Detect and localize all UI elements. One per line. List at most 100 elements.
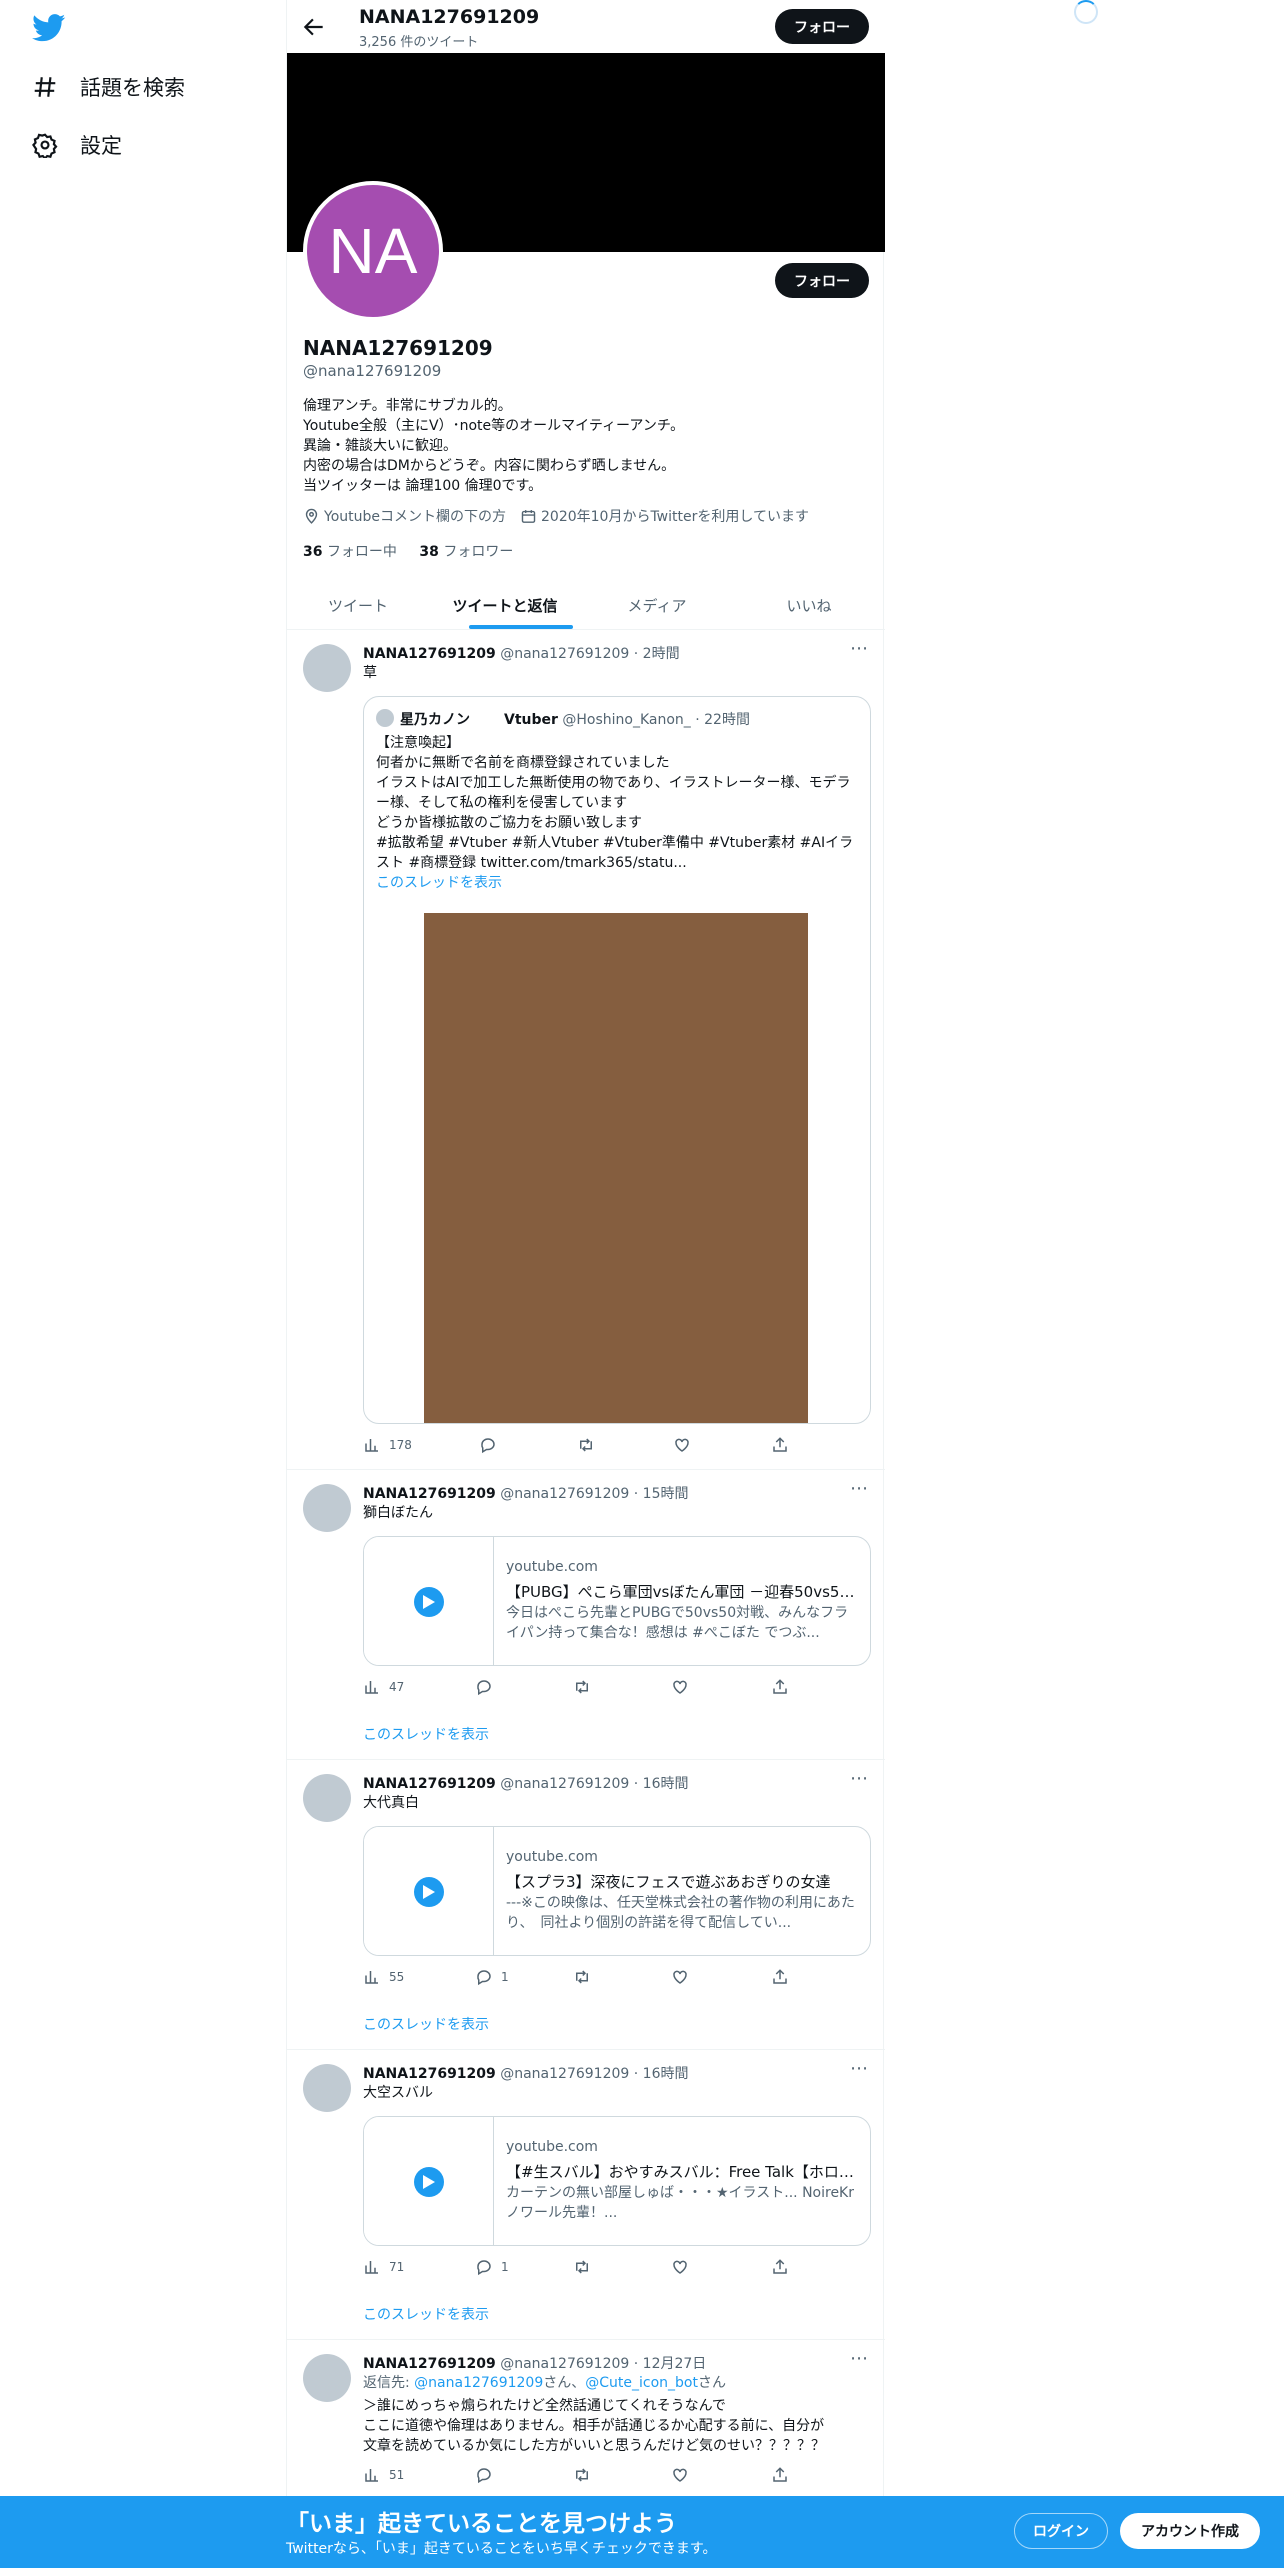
tweet-avatar[interactable] [303, 2354, 351, 2402]
reply-button[interactable]: 1 [475, 1968, 509, 1986]
followers-link[interactable]: 38 フォロワー [419, 544, 513, 560]
tweet-more-button[interactable]: ⋯ [850, 1478, 869, 1499]
tweet-avatar[interactable] [303, 1484, 351, 1532]
link-card[interactable]: youtube.com 【PUBG】ぺこら軍団vsぼたん軍団 －迎春50vs50… [363, 1536, 871, 1666]
quoted-tweet-image[interactable] [424, 913, 808, 1423]
profile-meta: Youtubeコメント欄の下の方 2020年10月からTwitterを利用してい… [303, 506, 809, 526]
heart-icon [673, 1970, 687, 1984]
following-count: 36 [303, 544, 323, 560]
like-button[interactable] [673, 1436, 699, 1454]
tweet-author-handle[interactable]: @nana127691209 [500, 646, 629, 662]
tweet-time[interactable]: · 2時間 [634, 646, 680, 662]
reply-icon [481, 1438, 495, 1454]
retweet-button[interactable] [573, 2258, 599, 2276]
main-column: NANA127691209 3,256 件のツイート フォロー NA フォロー … [286, 0, 885, 2568]
card-description: ---※この映像は、任天堂株式会社の著作物の利用にあたり、 同社より個別の許諾を… [506, 1895, 855, 1931]
share-button[interactable] [771, 1678, 789, 1696]
tweet-author-handle[interactable]: @nana127691209 [500, 1776, 629, 1792]
tweet-author-handle[interactable]: @nana127691209 [500, 1486, 629, 1502]
views-button[interactable]: 178 [363, 1436, 412, 1454]
header-follow-button[interactable]: フォロー [775, 9, 869, 44]
views-button[interactable]: 55 [363, 1968, 404, 1986]
tweet-more-button[interactable]: ⋯ [850, 2348, 869, 2369]
back-arrow-icon[interactable] [301, 14, 327, 40]
tweet-author-name[interactable]: NANA127691209 [363, 1776, 496, 1792]
like-button[interactable] [671, 2466, 697, 2484]
reply-button[interactable]: 1 [475, 2258, 509, 2276]
tweet-more-button[interactable]: ⋯ [850, 1768, 869, 1789]
reply-button[interactable] [479, 1436, 505, 1454]
tweet-time[interactable]: · 16時間 [634, 1776, 689, 1792]
quoted-tweet-time: · 22時間 [695, 712, 750, 728]
reply-button[interactable] [475, 2466, 501, 2484]
reply-button[interactable] [475, 1678, 501, 1696]
analytics-icon [365, 2261, 378, 2274]
retweet-button[interactable] [573, 1968, 599, 1986]
tweet[interactable]: NANA127691209 @nana127691209 · 15時間 ⋯ 獅白… [287, 1470, 885, 1760]
tweet[interactable]: NANA127691209 @nana127691209 · 16時間 ⋯ 大代… [287, 1760, 885, 2050]
tweet[interactable]: NANA127691209 @nana127691209 · 16時間 ⋯ 大空… [287, 2050, 885, 2340]
tab-likes[interactable]: いいね [733, 580, 885, 630]
tweet-author-name[interactable]: NANA127691209 [363, 1486, 496, 1502]
tweet[interactable]: NANA127691209 @nana127691209 · 12月27日 ⋯ … [287, 2340, 885, 2510]
reply-to-prefix: 返信先: [363, 2375, 410, 2391]
tweet-more-button[interactable]: ⋯ [850, 2058, 869, 2079]
like-button[interactable] [671, 1968, 697, 1986]
retweet-button[interactable] [573, 1678, 599, 1696]
tweet-actions: 55 1 [363, 1968, 793, 1988]
tweet-author-handle[interactable]: @nana127691209 [500, 2356, 629, 2372]
tweet-avatar[interactable] [303, 2064, 351, 2112]
share-button[interactable] [771, 1436, 789, 1454]
link-card[interactable]: youtube.com 【#生スバル】おやすみスバル：Free Talk【ホロラ… [363, 2116, 871, 2246]
show-thread-link[interactable]: このスレッドを表示 [363, 2014, 489, 2034]
share-icon [773, 1969, 787, 1984]
sidebar-item-explore[interactable]: 話題を検索 [32, 72, 185, 102]
twitter-logo-icon[interactable] [32, 14, 66, 42]
quoted-thread-link[interactable]: このスレッドを表示 [376, 873, 862, 893]
following-link[interactable]: 36 フォロー中 [303, 544, 397, 560]
tweet-author-name[interactable]: NANA127691209 [363, 2356, 496, 2372]
create-account-button[interactable]: アカウント作成 [1120, 2513, 1260, 2549]
signup-banner: 「いま」起きていることを見つけよう Twitterなら、「いま」起きていることを… [0, 2496, 1284, 2568]
tab-media[interactable]: メディア [581, 580, 733, 630]
card-title: 【#生スバル】おやすみスバル：Free Talk【ホロラ... [506, 2163, 860, 2181]
tweet-author-handle[interactable]: @nana127691209 [500, 2066, 629, 2082]
sidebar-item-settings[interactable]: 設定 [32, 130, 122, 160]
quoted-tweet-header: 星乃カノン Vtuber @Hoshino_Kanon_ · 22時間 [400, 709, 750, 729]
reply-count: 1 [501, 1970, 509, 1984]
share-button[interactable] [771, 2258, 789, 2276]
tweet-time[interactable]: · 15時間 [634, 1486, 689, 1502]
bio-line: 内密の場合はDMからどうぞ。内容に関わらず晒しません。 [303, 458, 676, 474]
views-button[interactable]: 51 [363, 2466, 404, 2484]
heart-icon [673, 2260, 687, 2274]
profile-follow-button[interactable]: フォロー [775, 263, 869, 298]
share-button[interactable] [771, 2466, 789, 2484]
retweet-button[interactable] [577, 1436, 603, 1454]
quoted-tweet[interactable]: 星乃カノン Vtuber @Hoshino_Kanon_ · 22時間 【注意喚起… [363, 696, 871, 1424]
tweet-avatar[interactable] [303, 1774, 351, 1822]
like-button[interactable] [671, 2258, 697, 2276]
profile-joined-date: 2020年10月からTwitterを利用しています [541, 509, 809, 525]
retweet-icon [580, 1438, 592, 1452]
views-button[interactable]: 47 [363, 1678, 404, 1696]
tab-tweets-and-replies[interactable]: ツイートと返信 [429, 580, 581, 630]
tweet-avatar[interactable] [303, 644, 351, 692]
tweet[interactable]: NANA127691209 @nana127691209 · 2時間 ⋯ 草 星… [287, 630, 885, 1470]
like-button[interactable] [671, 1678, 697, 1696]
tweet-author-name[interactable]: NANA127691209 [363, 2066, 496, 2082]
tweet-author-name[interactable]: NANA127691209 [363, 646, 496, 662]
retweet-button[interactable] [573, 2466, 599, 2484]
tweet-time[interactable]: · 16時間 [634, 2066, 689, 2082]
share-button[interactable] [771, 1968, 789, 1986]
reply-to-user-link[interactable]: @Cute_icon_bot [585, 2375, 698, 2391]
show-thread-link[interactable]: このスレッドを表示 [363, 1724, 489, 1744]
tweet-more-button[interactable]: ⋯ [850, 638, 869, 659]
show-thread-link[interactable]: このスレッドを表示 [363, 2304, 489, 2324]
login-button[interactable]: ログイン [1014, 2513, 1108, 2549]
tweet-time[interactable]: · 12月27日 [634, 2356, 707, 2372]
link-card[interactable]: youtube.com 【スプラ3】深夜にフェスで遊ぶあおぎりの女達 ---※こ… [363, 1826, 871, 1956]
profile-avatar[interactable]: NA [303, 181, 443, 321]
tab-tweets[interactable]: ツイート [287, 580, 429, 630]
reply-to-user-link[interactable]: @nana127691209 [414, 2375, 543, 2391]
views-button[interactable]: 71 [363, 2258, 404, 2276]
